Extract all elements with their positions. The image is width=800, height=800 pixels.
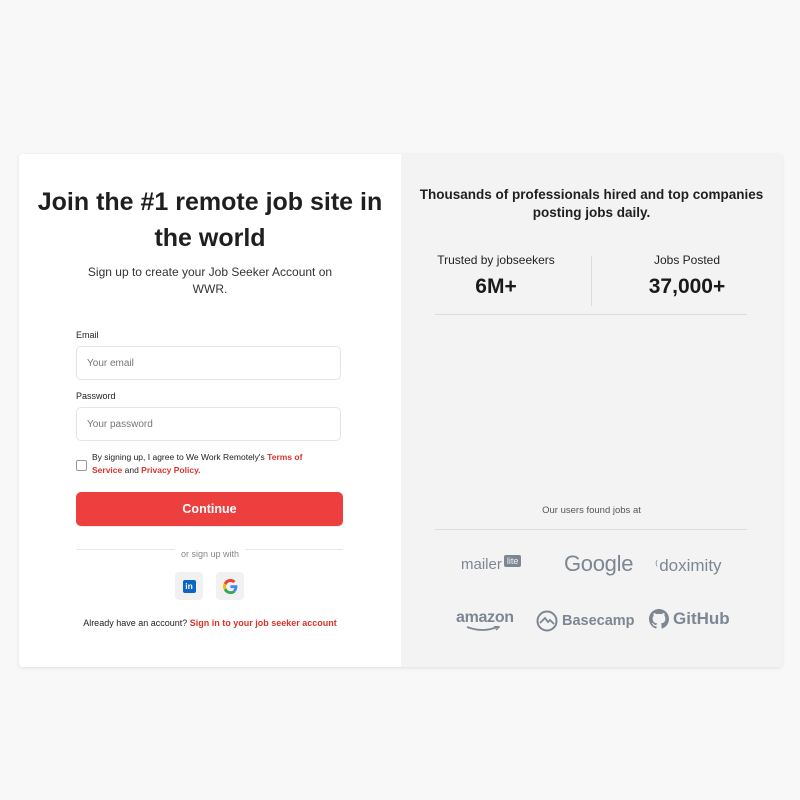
promo-headline: Thousands of professionals hired and top… bbox=[419, 187, 764, 220]
promo-panel: Thousands of professionals hired and top… bbox=[401, 154, 782, 667]
stat-label: Trusted by jobseekers bbox=[437, 253, 555, 267]
linkedin-icon: in bbox=[182, 579, 196, 593]
agree-checkbox[interactable] bbox=[76, 460, 87, 471]
stat-jobseekers: Trusted by jobseekers 6M+ bbox=[401, 252, 591, 302]
page-title: Join the #1 remote job site in the world bbox=[37, 188, 383, 252]
doximity-logo: ⁽ doximity bbox=[655, 556, 722, 576]
mailerlite-logo: mailer lite bbox=[461, 554, 522, 573]
stat-value: 6M+ bbox=[475, 275, 517, 298]
basecamp-logo-text: Basecamp bbox=[562, 613, 635, 629]
or-text: or sign up with bbox=[174, 549, 246, 559]
google-icon bbox=[222, 578, 237, 594]
continue-button[interactable]: Continue bbox=[76, 492, 343, 526]
basecamp-logo: Basecamp bbox=[536, 610, 635, 632]
password-field[interactable] bbox=[76, 407, 341, 441]
page-subtitle: Sign up to create your Job Seeker Accoun… bbox=[87, 265, 333, 296]
basecamp-icon bbox=[536, 610, 558, 632]
amazon-logo-text: amazon bbox=[456, 609, 514, 626]
privacy-link[interactable]: Privacy Policy. bbox=[141, 465, 200, 475]
signup-form-panel: Join the #1 remote job site in the world… bbox=[19, 154, 401, 667]
email-field[interactable] bbox=[76, 346, 341, 380]
stat-value: 37,000+ bbox=[648, 275, 726, 298]
google-signup-button[interactable] bbox=[216, 572, 244, 600]
github-logo-text: GitHub bbox=[673, 609, 730, 628]
linkedin-signup-button[interactable]: in bbox=[175, 572, 203, 600]
signin-link[interactable]: Sign in to your job seeker account bbox=[190, 618, 337, 628]
password-label: Password bbox=[76, 391, 116, 401]
github-icon bbox=[649, 609, 669, 629]
signin-prefix: Already have an account? bbox=[83, 618, 190, 628]
or-divider: or sign up with bbox=[19, 544, 401, 562]
stat-jobs-posted: Jobs Posted 37,000+ bbox=[592, 252, 782, 302]
logos-divider bbox=[435, 529, 747, 530]
mailerlite-logo-badge: lite bbox=[503, 554, 522, 567]
agree-prefix: By signing up, I agree to We Work Remote… bbox=[92, 452, 268, 462]
amazon-logo: amazon bbox=[456, 609, 514, 632]
doximity-logo-text: doximity bbox=[659, 556, 722, 575]
agree-and: and bbox=[122, 465, 142, 475]
stats-divider bbox=[435, 314, 747, 315]
signin-prompt: Already have an account? Sign in to your… bbox=[19, 618, 401, 628]
stat-label: Jobs Posted bbox=[653, 253, 721, 267]
doximity-mark-icon: ⁽ bbox=[655, 558, 659, 573]
mailerlite-logo-text: mailer bbox=[461, 556, 502, 573]
email-label: Email bbox=[76, 330, 99, 340]
agree-text: By signing up, I agree to We Work Remote… bbox=[92, 451, 332, 477]
google-logo: Google bbox=[564, 551, 634, 576]
amazon-smile-icon bbox=[466, 626, 500, 631]
github-logo: GitHub bbox=[649, 609, 730, 629]
signup-card: Join the #1 remote job site in the world… bbox=[19, 154, 782, 667]
found-jobs-label: Our users found jobs at bbox=[542, 505, 641, 516]
